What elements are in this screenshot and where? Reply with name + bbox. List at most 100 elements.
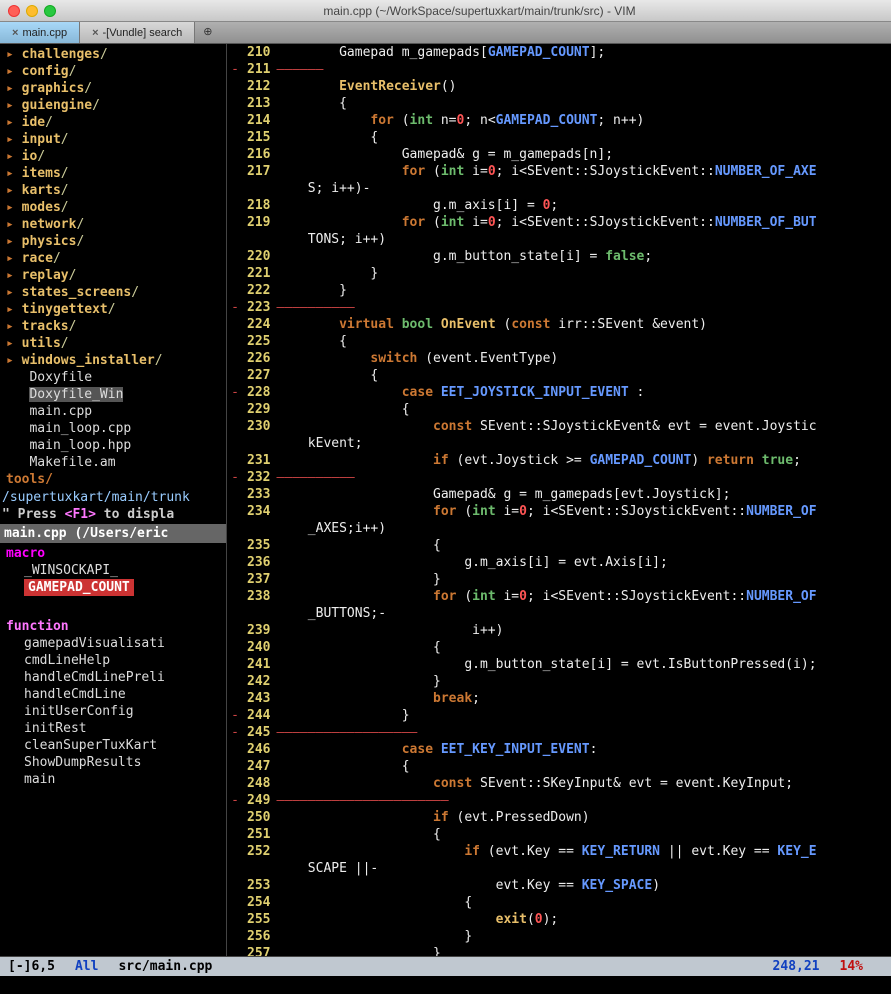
tree-dir[interactable]: ▸ network/ [6,216,226,233]
code-line[interactable]: exit(0); [276,911,891,928]
tree-dir[interactable]: ▸ ide/ [6,114,226,131]
code-line[interactable]: —————————— [276,469,891,486]
code-line[interactable]: } [276,707,891,724]
tree-dir[interactable]: ▸ items/ [6,165,226,182]
code-line[interactable]: { [276,826,891,843]
tree-dir[interactable]: ▸ utils/ [6,335,226,352]
code-line[interactable]: for (int n=0; n<GAMEPAD_COUNT; n++) [276,112,891,129]
tree-dir[interactable]: ▸ guiengine/ [6,97,226,114]
tree-file[interactable]: Makefile.am [6,454,226,471]
code-line[interactable]: { [276,333,891,350]
new-tab-button[interactable]: ⊕ [195,22,220,43]
fold-column[interactable]: -------- [227,44,243,956]
code-line[interactable]: } [276,571,891,588]
tagbar-item[interactable]: GAMEPAD_COUNT [24,579,134,596]
tree-file[interactable]: main_loop.cpp [6,420,226,437]
tagbar-item[interactable]: initRest [6,720,220,737]
code-line[interactable]: { [276,129,891,146]
code-line[interactable]: { [276,639,891,656]
code-line[interactable]: { [276,894,891,911]
tree-file[interactable]: main_loop.hpp [6,437,226,454]
code-line[interactable]: for (int i=0; i<SEvent::SJoystickEvent::… [276,588,891,605]
minimize-icon[interactable] [26,5,38,17]
code-line[interactable]: SCAPE ||- [276,860,891,877]
code-line[interactable]: switch (event.EventType) [276,350,891,367]
tree-root[interactable]: tools/ [6,471,226,488]
tagbar-item[interactable]: initUserConfig [6,703,220,720]
tree-dir[interactable]: ▸ modes/ [6,199,226,216]
code-line[interactable]: } [276,282,891,299]
tree-file[interactable]: Doxyfile [6,369,226,386]
tagbar-item[interactable]: handleCmdLinePreli [6,669,220,686]
tagbar-item[interactable]: cmdLineHelp [6,652,220,669]
code-line[interactable]: } [276,928,891,945]
tagbar-group-function[interactable]: function [6,618,220,635]
tagbar-item[interactable]: handleCmdLine [6,686,220,703]
code-line[interactable]: kEvent; [276,435,891,452]
code-line[interactable]: { [276,401,891,418]
tree-dir[interactable]: ▸ graphics/ [6,80,226,97]
code-line[interactable]: _BUTTONS;- [276,605,891,622]
code-line[interactable]: { [276,95,891,112]
tree-dir[interactable]: ▸ replay/ [6,267,226,284]
code-line[interactable]: Gamepad& g = m_gamepads[n]; [276,146,891,163]
tagbar[interactable]: macro_WINSOCKAPI_GAMEPAD_COUNT functiong… [0,543,226,790]
code-line[interactable]: { [276,537,891,554]
tagbar-item[interactable]: cleanSuperTuxKart [6,737,220,754]
code-line[interactable]: g.m_axis[i] = evt.Axis[i]; [276,554,891,571]
close-icon[interactable]: × [12,27,18,39]
code-line[interactable]: TONS; i++) [276,231,891,248]
tree-file[interactable]: Doxyfile_Win [6,386,226,403]
code-line[interactable]: g.m_axis[i] = 0; [276,197,891,214]
tree-dir[interactable]: ▸ tracks/ [6,318,226,335]
code-line[interactable]: Gamepad m_gamepads[GAMEPAD_COUNT]; [276,44,891,61]
tagbar-group-macro[interactable]: macro [6,545,220,562]
code-line[interactable]: { [276,367,891,384]
tree-dir[interactable]: ▸ physics/ [6,233,226,250]
tree-file[interactable]: main.cpp [6,403,226,420]
code-line[interactable]: Gamepad& g = m_gamepads[evt.Joystick]; [276,486,891,503]
tree-dir[interactable]: ▸ io/ [6,148,226,165]
tagbar-item[interactable]: gamepadVisualisati [6,635,220,652]
zoom-icon[interactable] [44,5,56,17]
tree-dir[interactable]: ▸ race/ [6,250,226,267]
tab-vundle-search[interactable]: × -[Vundle] search [80,22,195,43]
code-line[interactable]: case EET_KEY_INPUT_EVENT: [276,741,891,758]
tree-dir[interactable]: ▸ config/ [6,63,226,80]
code-line[interactable]: _AXES;i++) [276,520,891,537]
tagbar-item[interactable]: _WINSOCKAPI_ [6,562,220,579]
code-line[interactable]: S; i++)- [276,180,891,197]
code-line[interactable]: if (evt.PressedDown) [276,809,891,826]
code-line[interactable]: —————— [276,61,891,78]
code-line[interactable]: { [276,758,891,775]
code-line[interactable]: for (int i=0; i<SEvent::SJoystickEvent::… [276,214,891,231]
code-line[interactable]: if (evt.Key == KEY_RETURN || evt.Key == … [276,843,891,860]
code-line[interactable]: } [276,945,891,956]
code-line[interactable]: const SEvent::SKeyInput& evt = event.Key… [276,775,891,792]
tree-dir[interactable]: ▸ windows_installer/ [6,352,226,369]
code-line[interactable]: virtual bool OnEvent (const irr::SEvent … [276,316,891,333]
code-line[interactable]: —————————— [276,299,891,316]
tree-dir[interactable]: ▸ challenges/ [6,46,226,63]
code-line[interactable]: } [276,265,891,282]
code-line[interactable]: for (int i=0; i<SEvent::SJoystickEvent::… [276,503,891,520]
code-line[interactable]: g.m_button_state[i] = evt.IsButtonPresse… [276,656,891,673]
tree-dir[interactable]: ▸ input/ [6,131,226,148]
code-line[interactable]: i++) [276,622,891,639]
code-lines[interactable]: Gamepad m_gamepads[GAMEPAD_COUNT];——————… [276,44,891,956]
tagbar-item[interactable]: ShowDumpResults [6,754,220,771]
code-line[interactable]: g.m_button_state[i] = false; [276,248,891,265]
tree-dir[interactable]: ▸ states_screens/ [6,284,226,301]
close-icon[interactable] [8,5,20,17]
code-line[interactable]: EventReceiver() [276,78,891,95]
code-line[interactable]: —————————————————— [276,724,891,741]
code-line[interactable]: evt.Key == KEY_SPACE) [276,877,891,894]
code-line[interactable]: —————————————————————— [276,792,891,809]
code-line[interactable]: } [276,673,891,690]
code-line[interactable]: case EET_JOYSTICK_INPUT_EVENT : [276,384,891,401]
tab-main-cpp[interactable]: × main.cpp [0,22,80,43]
code-line[interactable]: for (int i=0; i<SEvent::SJoystickEvent::… [276,163,891,180]
close-icon[interactable]: × [92,27,98,39]
tree-dir[interactable]: ▸ karts/ [6,182,226,199]
nerdtree[interactable]: ▸ challenges/▸ config/▸ graphics/▸ guien… [0,44,226,490]
